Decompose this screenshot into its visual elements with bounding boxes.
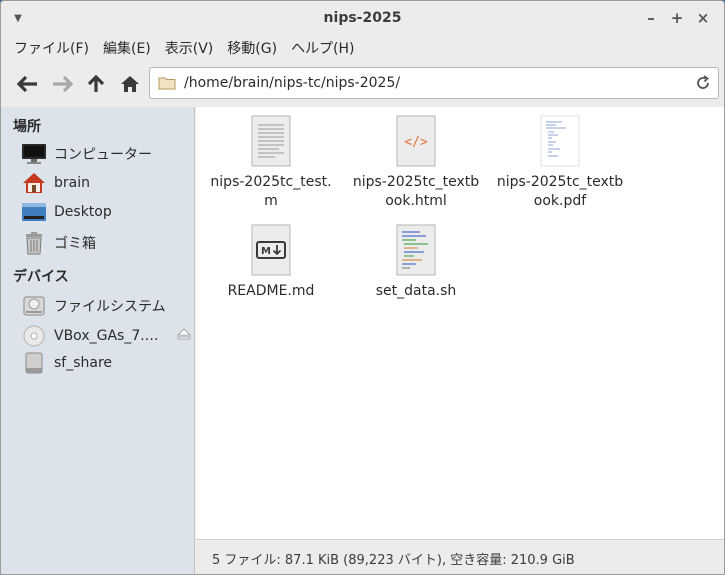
text-file-icon bbox=[249, 115, 293, 167]
home-button[interactable] bbox=[113, 67, 147, 101]
file-item[interactable]: nips-2025tc_textbook.pdf bbox=[490, 115, 630, 211]
toolbar: /home/brain/nips-tc/nips-2025/ bbox=[1, 63, 724, 105]
sidebar-item-label: VBox_GAs_7.… bbox=[54, 328, 159, 344]
sidebar-item-label: ファイルシステム bbox=[54, 299, 166, 315]
minimize-icon[interactable]: – bbox=[644, 9, 658, 27]
devices-header: デバイス bbox=[13, 269, 69, 285]
sidebar-item-vbox-cd[interactable]: VBox_GAs_7.… bbox=[21, 322, 159, 350]
places-header: 場所 bbox=[13, 119, 41, 135]
close-icon[interactable]: × bbox=[696, 9, 710, 27]
menu-view[interactable]: 表示(V) bbox=[158, 38, 221, 58]
back-arrow-icon bbox=[17, 75, 37, 93]
desktop-icon bbox=[21, 199, 47, 225]
window-controls: – + × bbox=[644, 9, 710, 27]
maximize-icon[interactable]: + bbox=[670, 9, 684, 27]
eject-icon[interactable] bbox=[177, 327, 191, 341]
sidebar-item-label: sf_share bbox=[54, 355, 113, 371]
file-item[interactable]: nips-2025tc_test.m bbox=[201, 115, 341, 211]
sidebar-item-trash[interactable]: ゴミ箱 bbox=[21, 229, 96, 257]
markdown-file-icon: M bbox=[249, 224, 293, 276]
script-file-icon bbox=[394, 224, 438, 276]
file-view: nips-2025tc_test.m </> nips-2025tc_textb… bbox=[196, 107, 724, 539]
folder-icon bbox=[158, 77, 176, 90]
svg-text:M: M bbox=[261, 246, 271, 257]
file-manager-window: ▼ nips-2025 – + × ファイル(F) 編集(E) 表示(V) 移動… bbox=[0, 0, 725, 575]
menu-help[interactable]: ヘルプ(H) bbox=[284, 38, 361, 58]
sidebar-item-label: Desktop bbox=[54, 204, 112, 220]
sidebar-item-label: ゴミ箱 bbox=[54, 236, 96, 252]
sidebar: 場所 コンピューター brain Desktop ゴミ箱 デバイス ファイルシス… bbox=[1, 107, 195, 574]
reload-icon[interactable] bbox=[694, 74, 712, 92]
disc-icon bbox=[21, 323, 47, 349]
window-title: nips-2025 bbox=[323, 10, 402, 26]
up-arrow-icon bbox=[87, 74, 105, 92]
computer-icon bbox=[21, 141, 47, 167]
forward-arrow-icon bbox=[53, 75, 73, 93]
menu-bar: ファイル(F) 編集(E) 表示(V) 移動(G) ヘルプ(H) bbox=[1, 35, 724, 61]
menu-edit[interactable]: 編集(E) bbox=[96, 38, 158, 58]
file-name: set_data.sh bbox=[375, 283, 457, 299]
forward-button[interactable] bbox=[45, 67, 79, 101]
sidebar-item-home[interactable]: brain bbox=[21, 169, 90, 197]
menu-file[interactable]: ファイル(F) bbox=[7, 38, 96, 58]
file-item[interactable]: set_data.sh bbox=[346, 224, 486, 301]
file-name: nips-2025tc_test.m bbox=[210, 174, 332, 209]
up-button[interactable] bbox=[79, 67, 113, 101]
sidebar-item-label: brain bbox=[54, 175, 90, 191]
file-name: nips-2025tc_textbook.pdf bbox=[496, 174, 624, 209]
file-name: README.md bbox=[227, 283, 315, 299]
drive-icon bbox=[21, 293, 47, 319]
home-folder-icon bbox=[21, 170, 47, 196]
menu-go[interactable]: 移動(G) bbox=[220, 38, 284, 58]
svg-text:</>: </> bbox=[404, 135, 428, 150]
back-button[interactable] bbox=[11, 67, 45, 101]
html-file-icon: </> bbox=[394, 115, 438, 167]
file-name: nips-2025tc_textbook.html bbox=[352, 174, 480, 209]
location-path[interactable]: /home/brain/nips-tc/nips-2025/ bbox=[184, 75, 400, 91]
sidebar-item-label: コンピューター bbox=[54, 147, 152, 163]
trash-icon bbox=[21, 230, 47, 256]
status-text: 5 ファイル: 87.1 KiB (89,223 バイト), 空き容量: 210… bbox=[212, 552, 575, 568]
sidebar-item-sf-share[interactable]: sf_share bbox=[21, 349, 112, 377]
sidebar-item-filesystem[interactable]: ファイルシステム bbox=[21, 292, 166, 320]
pdf-file-icon bbox=[538, 115, 582, 167]
sidebar-item-computer[interactable]: コンピューター bbox=[21, 140, 152, 168]
home-icon bbox=[121, 76, 139, 92]
drive-icon bbox=[21, 350, 47, 376]
file-item[interactable]: </> nips-2025tc_textbook.html bbox=[346, 115, 486, 211]
window-menu-icon[interactable]: ▼ bbox=[11, 11, 25, 25]
location-bar[interactable]: /home/brain/nips-tc/nips-2025/ bbox=[149, 67, 719, 99]
title-bar: ▼ nips-2025 – + × bbox=[1, 1, 724, 35]
sidebar-item-desktop[interactable]: Desktop bbox=[21, 198, 112, 226]
file-item[interactable]: M README.md bbox=[201, 224, 341, 301]
status-bar: 5 ファイル: 87.1 KiB (89,223 バイト), 空き容量: 210… bbox=[196, 539, 724, 574]
